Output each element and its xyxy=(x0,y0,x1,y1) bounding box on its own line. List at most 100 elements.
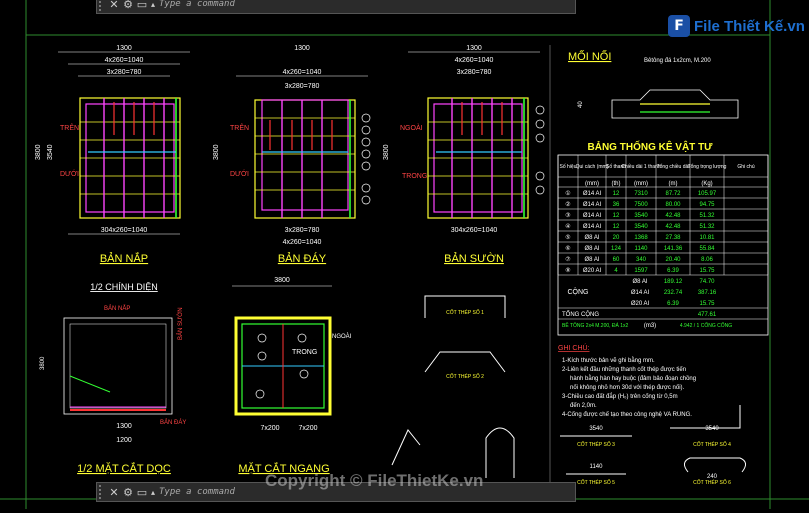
dim-top-spacing: 4x260=1040 xyxy=(283,69,322,76)
chinh-dien-title: 1/2 CHÍNH DIỆN xyxy=(90,282,158,292)
moi-noi-detail: MỐI NỐI Bêtông đá 1x2cm, M.200 40 xyxy=(568,49,739,119)
notes-block: GHI CHÚ: 1-Kích thước bản vẽ ghi bằng mm… xyxy=(558,343,696,418)
table-cong-weight: 15.75 xyxy=(699,301,715,307)
bar-3-length: 3540 xyxy=(589,426,603,432)
table-cell: ① xyxy=(565,190,570,197)
table-unit-cell: (th) xyxy=(612,181,621,187)
grip-handle[interactable] xyxy=(99,485,107,499)
ban-nap-title: BẢN NẮP xyxy=(100,252,148,265)
bar-3-label: CỐT THÉP SỐ 3 xyxy=(577,441,615,448)
command-input[interactable]: Type a command xyxy=(159,487,235,497)
table-cell: 94.75 xyxy=(699,202,715,208)
dim-width: 1300 xyxy=(116,423,132,430)
table-cell: 10.81 xyxy=(699,235,715,241)
table-cell: 80.00 xyxy=(665,202,681,208)
chinh-dien-drawing: 1/2 CHÍNH DIỆN BẢN NẮP BẢN SƯỜN BẢN ĐÁY … xyxy=(40,282,186,475)
table-cong-type: Ø8 AI xyxy=(632,279,647,285)
table-cell: 87.72 xyxy=(665,191,681,197)
wrench-icon[interactable]: ⚙ xyxy=(121,0,135,11)
ban-suon-title: BẢN SƯỜN xyxy=(444,252,504,265)
dim-top-spacing-2: 3x280=780 xyxy=(107,69,142,76)
command-prompt-icon[interactable]: ▭ xyxy=(135,0,149,11)
table-cell: 3540 xyxy=(634,213,648,219)
table-cell: 1140 xyxy=(635,246,649,252)
grip-handle[interactable] xyxy=(99,0,107,11)
command-prompt-icon[interactable]: ▭ xyxy=(135,486,149,499)
note-line: đến 2,0m. xyxy=(570,403,597,409)
table-cong-label: CỘNG xyxy=(568,287,589,296)
table-cell: 20 xyxy=(613,235,620,241)
label-duoi: DƯỚI xyxy=(60,169,79,178)
table-cong-type: Ø14 AI xyxy=(631,290,650,296)
copyright-watermark: Copyright © FileThietKe.vn xyxy=(265,471,484,490)
table-header-cell: Số hiệu xyxy=(560,164,577,170)
table-cell: 340 xyxy=(636,257,647,263)
dim-bottom-spacing: 304x260=1040 xyxy=(101,227,148,234)
dim-bottom-2: 7x200 xyxy=(298,425,317,432)
table-title: BẢNG THỐNG KÊ VẬT TƯ xyxy=(588,139,714,153)
table-cell: ③ xyxy=(565,212,570,219)
table-header-cell: Ghi chú xyxy=(737,164,754,170)
table-header-cell: Qui cách (mm) xyxy=(576,164,609,170)
label-ban-suon: BẢN SƯỜN xyxy=(177,307,184,340)
bar-5-length: 1140 xyxy=(590,464,604,470)
label-ngoai: NGOÀI xyxy=(400,123,423,132)
dim-width-2: 1200 xyxy=(116,437,132,444)
dim-top-spacing: 4x260=1040 xyxy=(455,57,494,64)
table-cell: ② xyxy=(565,201,570,208)
label-trong: TRONG xyxy=(292,349,317,356)
table-cell: 15.75 xyxy=(699,268,715,274)
site-logo: F File Thiết Kế.vn xyxy=(668,12,805,40)
table-cell: 42.48 xyxy=(665,224,681,230)
svg-text:40: 40 xyxy=(578,101,584,108)
note-line: 4-Cống được chế tạo theo công nghệ VA RU… xyxy=(562,412,692,418)
dim-total-width: 1300 xyxy=(466,45,482,52)
chevron-up-icon[interactable]: ▴ xyxy=(151,0,155,9)
dim-top-spacing-2: 3x280=780 xyxy=(285,83,320,90)
table-cell: 4 xyxy=(614,268,618,274)
dim-bottom-spacing-2: 4x260=1040 xyxy=(283,239,322,246)
table-header-cell: Chiều dài 1 thanh xyxy=(621,164,660,170)
table-cong-length: 6.39 xyxy=(667,301,679,307)
cat-doc-title: 1/2 MẶT CẮT DỌC xyxy=(77,462,171,475)
table-cell: Ø14 AI xyxy=(583,224,602,230)
close-icon[interactable]: ✕ xyxy=(107,486,121,499)
note-line: hành bằng hàn hay buộc (đảm bảo đoạn chồ… xyxy=(570,375,696,382)
bar-6-length: 240 xyxy=(707,474,718,480)
label-ban-day: BẢN ĐÁY xyxy=(160,419,186,426)
svg-text:3800: 3800 xyxy=(40,356,46,370)
table-cell: 12 xyxy=(613,191,620,197)
dim-bottom-1: 7x200 xyxy=(260,425,279,432)
logo-text: File Thiết Kế.vn xyxy=(694,17,805,35)
moi-noi-note: Bêtông đá 1x2cm, M.200 xyxy=(644,58,711,64)
command-input[interactable]: Type a command xyxy=(159,0,235,9)
note-line: 2-Liên kết đầu những thanh cốt thép được… xyxy=(562,367,686,373)
table-cell: 141.36 xyxy=(664,246,683,252)
label-ban-nap: BẢN NẮP xyxy=(104,304,130,312)
material-table: BẢNG THỐNG KÊ VẬT TƯ Số hiệu Qui cách (mm… xyxy=(557,139,769,336)
close-icon[interactable]: ✕ xyxy=(107,0,121,11)
table-cell: Ø20 AI xyxy=(583,268,602,274)
dim-top-spacing-2: 3x280=780 xyxy=(457,69,492,76)
wrench-icon[interactable]: ⚙ xyxy=(121,486,135,499)
table-cell: 7310 xyxy=(634,191,648,197)
table-tong-value: 477.61 xyxy=(698,312,717,318)
table-cell: 3540 xyxy=(634,224,648,230)
table-cell: 7500 xyxy=(634,202,648,208)
table-cell: 105.97 xyxy=(698,191,717,197)
table-cell: Ø14 AI xyxy=(583,191,602,197)
table-cong-type: Ø20 AI xyxy=(631,301,650,307)
table-betong-value: 4.942 / 1 CỐNG CỐNG xyxy=(680,322,732,329)
table-cong-weight: 387.16 xyxy=(698,290,717,296)
table-cell: Ø8 AI xyxy=(584,246,599,252)
command-line-top[interactable]: ✕ ⚙ ▭ ▴ Type a command xyxy=(96,0,576,14)
dim-total-width: 1300 xyxy=(294,45,310,52)
cad-drawing-canvas[interactable]: 1300 4x260=1040 3x280=780 3800 3540 TRÊN… xyxy=(0,0,809,509)
label-trong: TRONG xyxy=(402,173,427,180)
dim-height: 3800 xyxy=(35,144,42,160)
label-duoi: DƯỚI xyxy=(230,169,249,178)
chevron-up-icon[interactable]: ▴ xyxy=(151,488,155,497)
table-cell: 27.38 xyxy=(665,235,681,241)
table-cell: 12 xyxy=(613,213,620,219)
table-cell: 42.48 xyxy=(665,213,681,219)
